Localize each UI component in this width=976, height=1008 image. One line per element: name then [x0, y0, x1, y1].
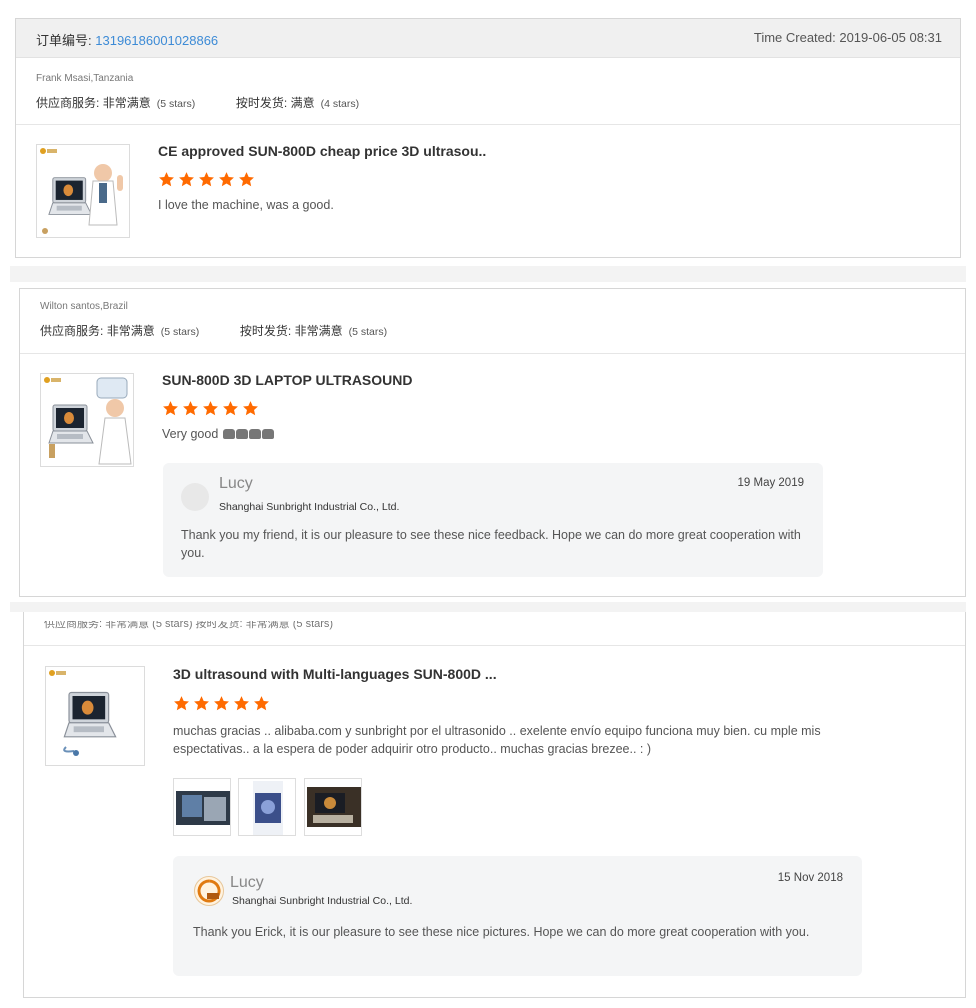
- star-icon: [162, 400, 179, 417]
- review-text: I love the machine, was a good.: [158, 198, 334, 212]
- review-text: muchas gracias .. alibaba.com y sunbrigh…: [173, 724, 821, 756]
- time-created: Time Created: 2019-06-05 08:31: [753, 30, 942, 45]
- reply-message: Thank you my friend, it is our pleasure …: [181, 528, 801, 560]
- company-logo-icon: [197, 879, 221, 903]
- product-title[interactable]: SUN-800D 3D LAPTOP ULTRASOUND: [162, 372, 412, 388]
- avatar: [194, 876, 224, 906]
- service-rating-value: 非常满意: [106, 324, 155, 338]
- product-image: [40, 148, 123, 234]
- star-icon: [233, 695, 250, 712]
- review-photo-1[interactable]: [173, 778, 231, 836]
- seller-reply: Lucy Shanghai Sunbright Industrial Co., …: [173, 856, 862, 976]
- star-rating: [162, 400, 259, 417]
- shipping-rating-value: 非常满意: [294, 324, 343, 338]
- star-icon: [193, 695, 210, 712]
- review-photo-2[interactable]: [238, 778, 296, 836]
- reply-message: Thank you Erick, it is our pleasure to s…: [193, 925, 810, 939]
- product-thumbnail[interactable]: [40, 373, 134, 467]
- review-photo-3[interactable]: [304, 778, 362, 836]
- order-number: 订单编号: 13196186001028866: [36, 33, 219, 48]
- supplier-ratings-partial: 供应商服务: 非常满意 (5 stars) 按时发货: 非常满意 (5 star…: [44, 618, 334, 630]
- product-thumbnail[interactable]: [36, 144, 130, 238]
- star-icon: [202, 400, 219, 417]
- reply-company: Shanghai Sunbright Industrial Co., Ltd.: [219, 501, 400, 513]
- supplier-ratings: 供应商服务: 非常满意 (5 stars) 按时发货: 非常满意 (5 stars): [40, 324, 388, 338]
- divider: [16, 124, 960, 125]
- divider: [20, 353, 965, 354]
- star-icon: [222, 400, 239, 417]
- section-gap: [10, 266, 966, 282]
- product-image: [49, 670, 117, 756]
- star-icon: [182, 400, 199, 417]
- clapping-hands-icon: [222, 427, 274, 441]
- star-icon: [173, 695, 190, 712]
- product-image: [44, 377, 132, 465]
- buyer-name: Wilton santos,Brazil: [40, 301, 128, 312]
- star-icon: [198, 171, 215, 188]
- star-rating: [173, 695, 270, 712]
- star-icon: [213, 695, 230, 712]
- reply-author: Lucy: [219, 475, 253, 492]
- order-number-link[interactable]: 13196186001028866: [95, 33, 218, 48]
- buyer-name: Frank Msasi,Tanzania: [36, 73, 134, 84]
- avatar: [181, 483, 209, 511]
- reply-author: Lucy: [230, 874, 264, 891]
- order-header: 订单编号: 13196186001028866 Time Created: 20…: [16, 19, 960, 58]
- reply-date: 19 May 2019: [737, 477, 805, 489]
- reply-company: Shanghai Sunbright Industrial Co., Ltd.: [232, 895, 413, 907]
- star-icon: [238, 171, 255, 188]
- review-card-1: 订单编号: 13196186001028866 Time Created: 20…: [15, 18, 961, 258]
- section-gap: [10, 602, 966, 612]
- star-icon: [178, 171, 195, 188]
- review-card-2: Wilton santos,Brazil 供应商服务: 非常满意 (5 stars…: [19, 288, 966, 597]
- star-icon: [218, 171, 235, 188]
- star-icon: [242, 400, 259, 417]
- shipping-rating-value: 满意: [290, 96, 315, 110]
- seller-reply: Lucy Shanghai Sunbright Industrial Co., …: [163, 463, 823, 577]
- divider: [24, 645, 965, 646]
- review-text: Very good: [162, 425, 274, 443]
- star-icon: [253, 695, 270, 712]
- reply-date: 15 Nov 2018: [777, 872, 843, 884]
- service-rating-value: 非常满意: [102, 96, 151, 110]
- supplier-ratings: 供应商服务: 非常满意 (5 stars) 按时发货: 满意 (4 stars): [36, 96, 360, 110]
- product-title[interactable]: CE approved SUN-800D cheap price 3D ultr…: [158, 143, 486, 159]
- review-card-3: 供应商服务: 非常满意 (5 stars) 按时发货: 非常满意 (5 star…: [23, 612, 966, 998]
- product-title[interactable]: 3D ultrasound with Multi-languages SUN-8…: [173, 666, 497, 682]
- star-rating: [158, 171, 255, 188]
- product-thumbnail[interactable]: [45, 666, 145, 766]
- star-icon: [158, 171, 175, 188]
